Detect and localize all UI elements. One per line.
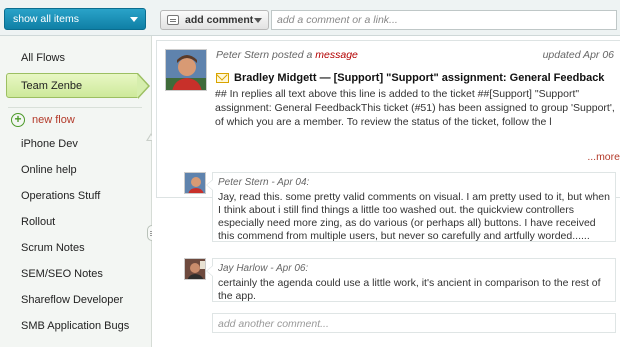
sidebar-item-operations-stuff[interactable]: Operations Stuff [0, 184, 150, 208]
top-toolbar: show all items add comment add a comment… [0, 0, 620, 36]
plus-icon: + [11, 113, 25, 127]
envelope-icon [216, 73, 229, 83]
comment-meta: Peter Stern - Apr 04: [218, 177, 310, 188]
sidebar-item-label: Scrum Notes [21, 242, 85, 254]
sidebar-item-shareflow-developer[interactable]: Shareflow Developer [0, 288, 150, 312]
avatar [165, 49, 207, 91]
add-another-comment-input[interactable]: add another comment... [212, 313, 616, 333]
post-meta: Peter Stern posted a message [216, 49, 358, 61]
sidebar-item-smb-application-bugs[interactable]: SMB Application Bugs [0, 314, 150, 338]
sidebar: All Flows Team Zenbe + new flow iPhone D… [0, 36, 157, 347]
sidebar-item-label: Shareflow Developer [21, 294, 124, 306]
comment: Peter Stern - Apr 04: Jay, read this. so… [206, 172, 616, 242]
sidebar-item-label: SEM/SEO Notes [21, 268, 103, 280]
comment-body: certainly the agenda could use a little … [218, 277, 601, 302]
comment-input[interactable]: add a comment or a link... [271, 10, 617, 30]
sidebar-item-online-help[interactable]: Online help [0, 158, 150, 182]
sidebar-item-label: Operations Stuff [21, 190, 101, 202]
chevron-down-icon [254, 18, 262, 23]
avatar-image [166, 50, 206, 90]
sidebar-item-rollout[interactable]: Rollout [0, 210, 150, 234]
post-action: posted a [272, 49, 313, 61]
filter-select[interactable]: show all items [4, 8, 146, 30]
post-body: ## In replies all text above this line i… [215, 88, 615, 128]
post-author: Peter Stern [216, 49, 270, 61]
avatar-image [185, 173, 205, 193]
sidebar-item-label: All Flows [21, 52, 66, 64]
comment-avatar [184, 172, 206, 194]
sidebar-item-label: SMB Application Bugs [21, 320, 130, 332]
updated-timestamp: updated Apr 06 [542, 49, 614, 61]
new-flow-label: new flow [32, 114, 75, 126]
sidebar-item-team-zenbe[interactable]: Team Zenbe [6, 73, 150, 99]
avatar-image [185, 259, 205, 279]
filter-label: show all items [13, 13, 79, 25]
chevron-down-icon [130, 17, 138, 22]
add-comment-button[interactable]: add comment [160, 10, 269, 30]
new-flow-button[interactable]: + new flow [8, 112, 75, 130]
post-title-text: Bradley Midgett — [Support] "Support" as… [234, 72, 605, 84]
comment-meta: Jay Harlow - Apr 06: [218, 263, 309, 274]
main-content: Peter Stern posted a message updated Apr… [152, 36, 620, 347]
divider [8, 107, 142, 108]
sidebar-item-sem-seo-notes[interactable]: SEM/SEO Notes [0, 262, 150, 286]
sidebar-item-label: Online help [21, 164, 77, 176]
sidebar-item-iphone-dev[interactable]: iPhone Dev [0, 132, 150, 156]
sidebar-item-label: Rollout [21, 216, 56, 228]
message-link[interactable]: message [315, 49, 358, 61]
sidebar-item-scrum-notes[interactable]: Scrum Notes [0, 236, 150, 260]
post-title[interactable]: Bradley Midgett — [Support] "Support" as… [216, 72, 604, 84]
comment-avatar [184, 258, 206, 280]
comment-body: Jay, read this. some pretty valid commen… [218, 191, 610, 242]
more-link[interactable]: ...more [587, 151, 620, 163]
sidebar-item-label: Team Zenbe [21, 80, 83, 92]
comment-icon [167, 15, 179, 25]
add-comment-label: add comment [185, 14, 254, 26]
comment: Jay Harlow - Apr 06: certainly the agend… [206, 258, 616, 302]
sidebar-item-all-flows[interactable]: All Flows [0, 46, 150, 70]
sidebar-item-label: iPhone Dev [21, 138, 78, 150]
